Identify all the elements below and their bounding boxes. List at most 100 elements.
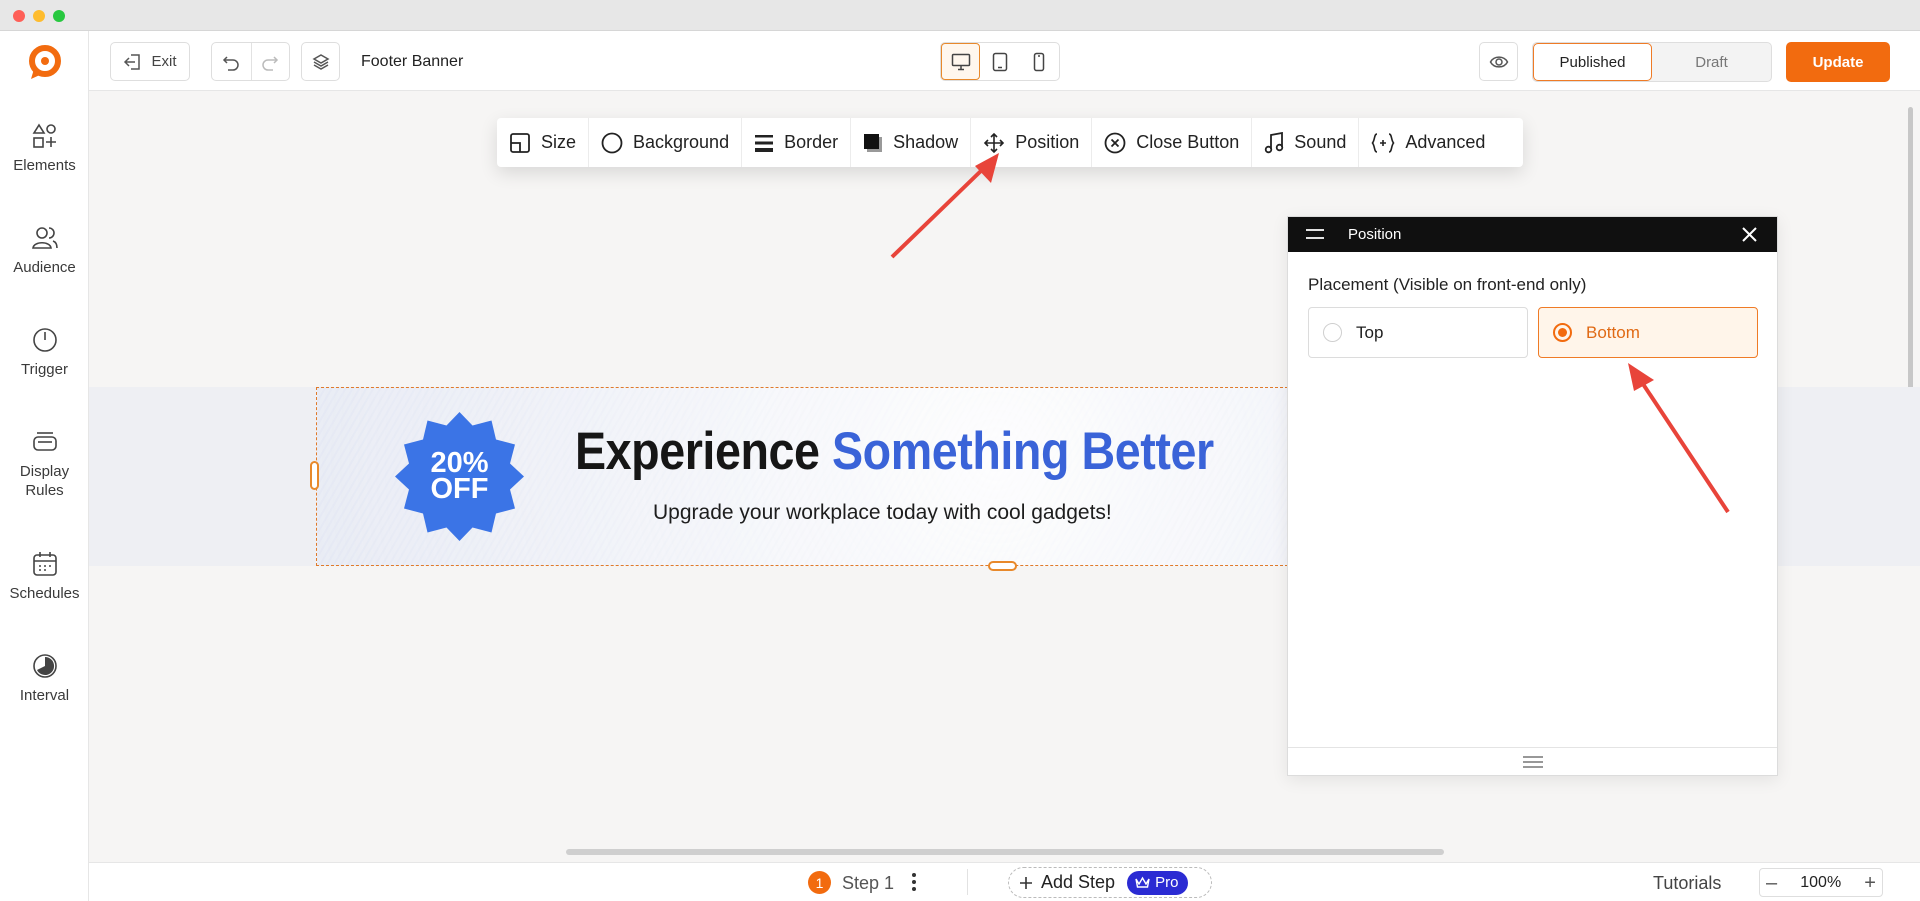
window-zoom-button[interactable] <box>53 10 65 22</box>
headline-accent: Something Better <box>832 422 1214 481</box>
window-close-button[interactable] <box>13 10 25 22</box>
interval-icon <box>32 654 57 678</box>
sidebar-item-label: Interval <box>19 687 70 704</box>
crown-icon <box>1135 876 1150 888</box>
background-icon <box>601 132 623 153</box>
status-draft-button[interactable]: Draft <box>1652 43 1771 81</box>
format-size-button[interactable]: Size <box>497 118 590 167</box>
placement-option-label: Top <box>1356 322 1384 342</box>
left-sidebar: Elements Audience Trigger Display Rules … <box>0 31 89 901</box>
power-icon <box>32 328 57 352</box>
calendar-icon <box>32 552 57 576</box>
device-mobile-button[interactable] <box>1019 43 1058 80</box>
redo-button[interactable] <box>250 43 290 80</box>
sidebar-item-trigger[interactable]: Trigger <box>0 326 89 379</box>
redo-icon <box>262 55 279 71</box>
position-panel: Position Placement (Visible on front-end… <box>1287 216 1778 776</box>
format-close-button-button[interactable]: Close Button <box>1092 118 1253 167</box>
more-vertical-icon[interactable] <box>911 872 917 892</box>
add-step-button[interactable]: Add Step Pro <box>1008 867 1212 898</box>
format-border-button[interactable]: Border <box>742 118 852 167</box>
sidebar-item-display-rules[interactable]: Display Rules <box>0 428 89 500</box>
close-circle-icon <box>1104 132 1126 153</box>
code-braces-icon <box>1371 132 1395 153</box>
resize-grip-icon <box>1522 756 1543 768</box>
sidebar-item-schedules[interactable]: Schedules <box>0 550 89 603</box>
sidebar-item-label: Display Rules <box>19 463 70 499</box>
format-background-button[interactable]: Background <box>589 118 743 167</box>
headline-plain: Experience <box>575 422 833 481</box>
shadow-icon <box>864 133 883 152</box>
app-logo-icon <box>29 45 61 79</box>
mobile-icon <box>1033 52 1044 71</box>
music-icon <box>1265 131 1284 153</box>
radio-bottom[interactable] <box>1553 323 1572 342</box>
tutorials-link[interactable]: Tutorials <box>1653 873 1721 894</box>
sidebar-item-audience[interactable]: Audience <box>0 224 89 277</box>
zoom-out-button[interactable]: – <box>1766 873 1777 893</box>
close-icon[interactable] <box>1741 226 1758 243</box>
format-toolbar: Size Background Border Shadow Position C… <box>497 118 1523 167</box>
format-shadow-button[interactable]: Shadow <box>851 118 972 167</box>
format-advanced-button[interactable]: Advanced <box>1359 118 1497 167</box>
format-item-label: Position <box>1015 132 1080 152</box>
sidebar-item-elements[interactable]: Elements <box>0 122 89 175</box>
update-button[interactable]: Update <box>1786 42 1890 82</box>
undo-redo-group <box>211 42 290 81</box>
resize-handle-bottom[interactable] <box>988 561 1017 571</box>
size-icon <box>510 132 530 153</box>
zoom-in-button[interactable]: + <box>1864 873 1876 893</box>
format-item-label: Sound <box>1294 132 1347 152</box>
zoom-control: – 100% + <box>1759 868 1883 897</box>
audience-icon <box>31 227 58 249</box>
bottom-bar: 1 Step 1 Add Step Pro Tutorials – 100% + <box>89 862 1920 901</box>
discount-badge-text: 20% OFF <box>391 449 528 505</box>
add-step-label: Add Step <box>1041 872 1116 892</box>
format-sound-button[interactable]: Sound <box>1252 118 1360 167</box>
device-switcher <box>940 42 1060 81</box>
undo-button[interactable] <box>212 43 251 80</box>
position-panel-title: Position <box>1348 226 1402 243</box>
exit-label: Exit <box>151 53 177 70</box>
position-panel-header[interactable]: Position <box>1288 217 1777 252</box>
format-item-label: Size <box>541 132 577 152</box>
resize-handle-left[interactable] <box>310 461 319 490</box>
format-item-label: Close Button <box>1136 132 1240 152</box>
placement-option-bottom[interactable]: Bottom <box>1538 307 1758 358</box>
plus-icon <box>1020 876 1032 889</box>
eye-icon <box>1489 55 1508 68</box>
step-label[interactable]: Step 1 <box>842 873 894 894</box>
device-tablet-button[interactable] <box>980 43 1019 80</box>
format-position-button[interactable]: Position <box>971 118 1093 167</box>
display-rules-icon <box>32 432 57 451</box>
layers-icon <box>311 53 330 70</box>
format-item-label: Background <box>633 132 730 152</box>
move-icon <box>984 132 1005 153</box>
drag-menu-icon[interactable] <box>1306 228 1324 240</box>
radio-top[interactable] <box>1323 323 1342 342</box>
format-item-label: Advanced <box>1405 132 1486 152</box>
elements-icon <box>32 123 56 148</box>
device-desktop-button[interactable] <box>941 43 980 80</box>
undo-icon <box>223 55 239 71</box>
publish-status-toggle: Published Draft <box>1532 42 1772 82</box>
banner-headline[interactable]: Experience Something Better <box>575 421 1279 482</box>
step-number-badge: 1 <box>808 871 831 894</box>
format-item-label: Border <box>784 132 839 152</box>
placement-option-label: Bottom <box>1586 322 1640 342</box>
horizontal-scrollbar[interactable] <box>566 849 1444 855</box>
panel-resize-footer[interactable] <box>1288 747 1777 776</box>
placement-option-top[interactable]: Top <box>1308 307 1528 358</box>
exit-button[interactable]: Exit <box>110 42 190 81</box>
window-minimize-button[interactable] <box>33 10 45 22</box>
banner-subline[interactable]: Upgrade your workplace today with cool g… <box>653 501 1112 525</box>
status-published-button[interactable]: Published <box>1533 43 1652 81</box>
preview-button[interactable] <box>1479 42 1518 81</box>
sidebar-item-label: Trigger <box>21 361 68 378</box>
document-title: Footer Banner <box>361 53 464 70</box>
sidebar-item-interval[interactable]: Interval <box>0 652 89 705</box>
layers-button[interactable] <box>301 42 340 81</box>
badge-off: OFF <box>430 473 489 505</box>
pro-label: Pro <box>1155 874 1179 891</box>
sidebar-item-label: Audience <box>13 259 76 276</box>
